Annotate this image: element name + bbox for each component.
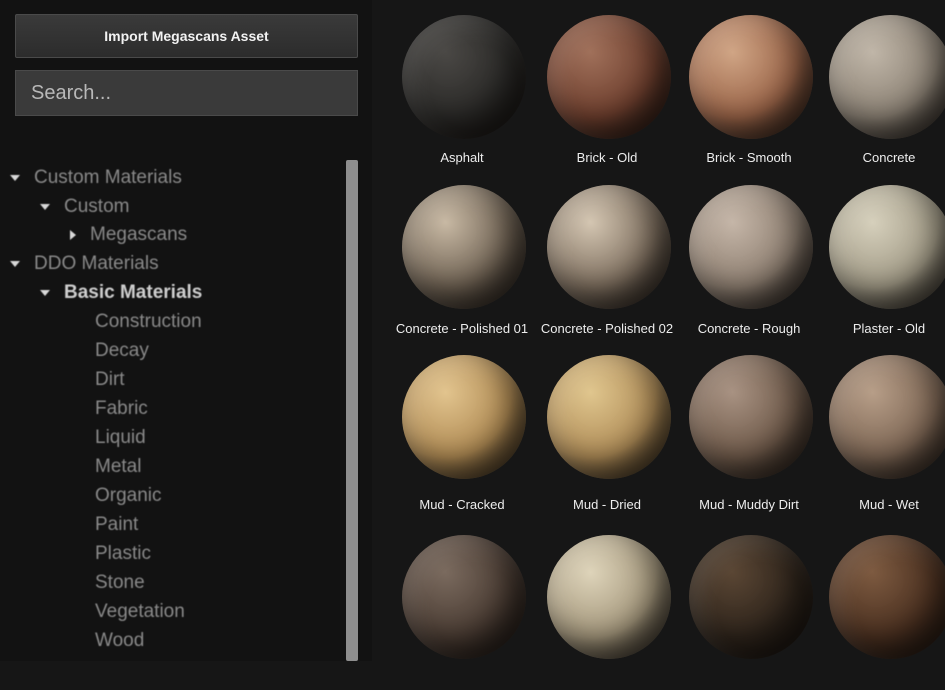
material-preview-sphere [402, 15, 526, 139]
tree-item-label: Stone [95, 572, 145, 593]
tree-item-label: Fabric [95, 398, 148, 419]
tree-item-label: Custom [64, 196, 130, 217]
material-tile[interactable] [679, 530, 819, 690]
tree-item-label: DDO Materials [34, 253, 159, 274]
tree-item-label: Basic Materials [64, 282, 203, 303]
material-tile[interactable]: Plaster - Old [819, 180, 945, 340]
material-tile[interactable]: Concrete - Rough [679, 180, 819, 340]
tree-item[interactable]: Wood [95, 628, 144, 654]
tree-item[interactable]: Plastic [95, 541, 151, 567]
material-tile[interactable]: Concrete - Polished 02 [537, 180, 677, 340]
tree-item[interactable]: Megascans [70, 222, 187, 248]
tree-item-label: Liquid [95, 427, 146, 448]
material-preview-sphere [829, 535, 945, 659]
tree-item[interactable]: Liquid [95, 425, 146, 451]
material-preview-sphere [547, 535, 671, 659]
material-tile[interactable] [537, 530, 677, 690]
tree-item-label: Dirt [95, 369, 125, 390]
tree-item-label: Vegetation [95, 601, 185, 622]
tree-item[interactable]: Basic Materials [40, 280, 202, 306]
material-name: Plaster - Old [852, 321, 926, 336]
material-tile[interactable] [392, 530, 532, 690]
material-preview-sphere [547, 15, 671, 139]
tree-item[interactable]: Stone [95, 570, 145, 596]
tree-item-label: Paint [95, 514, 139, 535]
tree-item-label: Plastic [95, 543, 151, 564]
tree-item[interactable]: DDO Materials [10, 251, 159, 277]
tree-scrollbar-thumb[interactable] [346, 160, 358, 661]
material-preview-sphere [547, 185, 671, 309]
material-preview-sphere [547, 355, 671, 479]
tree-item[interactable]: Fabric [95, 396, 148, 422]
category-tree: Custom Materials Custom Megascans DDO Mater… [0, 0, 340, 661]
material-tile[interactable] [819, 530, 945, 690]
tree-item-label: Wood [95, 630, 145, 651]
caret-down-icon[interactable] [40, 290, 50, 296]
tree-item[interactable]: Organic [95, 483, 162, 509]
tree-scrollbar[interactable] [346, 160, 358, 661]
tree-item[interactable]: Vegetation [95, 599, 185, 625]
material-tile[interactable]: Mud - Muddy Dirt [679, 350, 819, 512]
material-tile[interactable]: Mud - Cracked [392, 350, 532, 512]
tree-item[interactable]: Paint [95, 512, 138, 538]
tree-item-label: Construction [95, 311, 202, 332]
tree-item-label: Decay [95, 340, 149, 361]
material-name: Concrete [862, 150, 916, 165]
material-preview-sphere [829, 15, 945, 139]
material-grid: Asphalt Brick - Old Brick - Smooth Concrete… [372, 0, 945, 661]
caret-right-icon[interactable] [70, 230, 76, 240]
tree-item[interactable]: Decay [95, 338, 149, 364]
caret-down-icon[interactable] [40, 204, 50, 210]
tree-item[interactable]: Metal [95, 454, 141, 480]
material-tile[interactable]: Concrete - Polished 01 [392, 180, 532, 340]
tree-item-label: Organic [95, 485, 162, 506]
material-preview-sphere [689, 535, 813, 659]
material-tile[interactable]: Mud - Dried [537, 350, 677, 512]
material-preview-sphere [829, 185, 945, 309]
material-preview-sphere [402, 355, 526, 479]
material-preview-sphere [689, 185, 813, 309]
caret-down-icon[interactable] [10, 261, 20, 267]
tree-item-label: Metal [95, 456, 142, 477]
material-tile[interactable]: Brick - Smooth [679, 10, 819, 170]
material-preview-sphere [689, 15, 813, 139]
caret-down-icon[interactable] [10, 175, 20, 181]
tree-item[interactable]: Dirt [95, 367, 125, 393]
material-tile[interactable]: Asphalt [392, 10, 532, 170]
tree-item[interactable]: Custom Materials [10, 165, 182, 191]
material-preview-sphere [689, 355, 813, 479]
material-preview-sphere [402, 185, 526, 309]
material-name: Mud - Wet [859, 497, 919, 512]
material-tile[interactable]: Brick - Old [537, 10, 677, 170]
left-panel: Import Megascans Asset Custom MaterialsC… [0, 0, 372, 661]
tree-item-label: Custom Materials [34, 167, 182, 188]
material-tile[interactable]: Mud - Wet [819, 350, 945, 512]
material-tile[interactable]: Concrete [819, 10, 945, 170]
tree-item[interactable]: Construction [95, 309, 202, 335]
tree-item[interactable]: Custom [40, 194, 129, 220]
material-preview-sphere [402, 535, 526, 659]
tree-item-label: Megascans [90, 224, 188, 245]
material-preview-sphere [829, 355, 945, 479]
